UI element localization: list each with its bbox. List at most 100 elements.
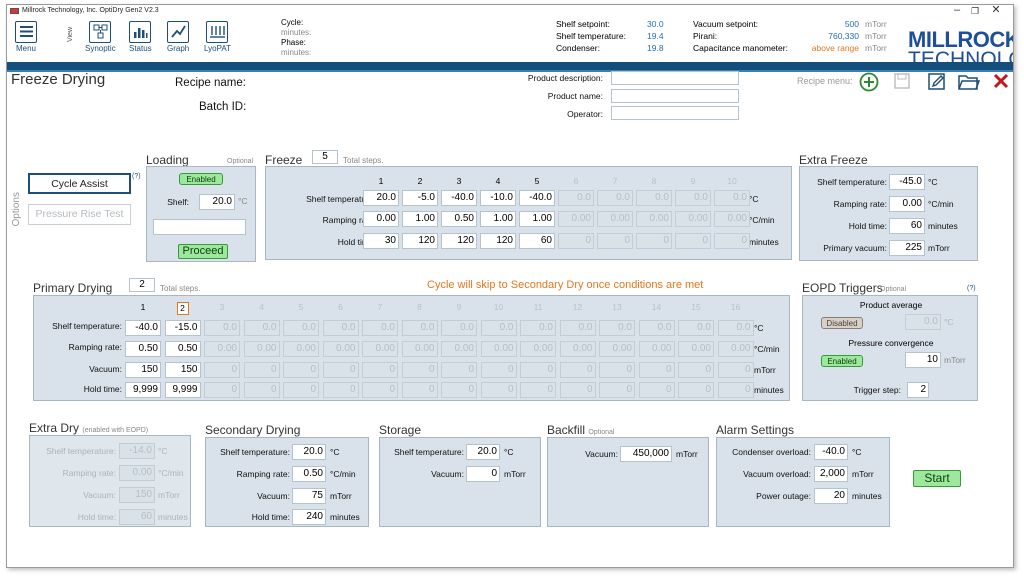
primary-shelf-cell[interactable]: -15.0 (164, 320, 201, 336)
st-vac-input[interactable]: 0 (466, 466, 500, 482)
primary-vac-cell[interactable]: 0 (638, 362, 675, 378)
status-button[interactable]: Status (129, 21, 152, 53)
primary-shelf-cell[interactable]: 0.0 (480, 320, 517, 336)
freeze-shelf-cell[interactable]: -5.0 (402, 190, 438, 206)
freeze-ramp-cell[interactable]: 0.00 (363, 211, 399, 227)
sd-hold-input[interactable]: 240 (292, 509, 326, 525)
primary-vac-cell[interactable]: 0 (243, 362, 280, 378)
graph-button[interactable]: Graph (167, 21, 189, 53)
pressure-rise-test-button[interactable]: Pressure Rise Test (28, 204, 131, 225)
primary-ramp-cell[interactable]: 0.00 (401, 341, 438, 357)
primary-vac-cell[interactable]: 0 (441, 362, 477, 378)
primary-hold-cell[interactable]: 9,999 (164, 382, 201, 398)
freeze-hold-cell[interactable]: 120 (480, 233, 516, 249)
freeze-ramp-cell[interactable]: 0.00 (714, 211, 750, 227)
freeze-shelf-cell[interactable]: -10.0 (480, 190, 516, 206)
freeze-ramp-cell[interactable]: 0.00 (597, 211, 633, 227)
pressure-convergence-enabled-badge[interactable]: Enabled (821, 355, 863, 367)
menu-button[interactable]: Menu (15, 21, 37, 53)
primary-ramp-cell[interactable]: 0.00 (480, 341, 517, 357)
al-power-input[interactable]: 20 (814, 488, 848, 504)
freeze-shelf-cell[interactable]: 0.0 (714, 190, 750, 206)
loading-shelf-input[interactable]: 20.0 (199, 194, 235, 210)
trigger-step-input[interactable]: 2 (907, 382, 929, 398)
add-recipe-icon[interactable] (859, 72, 879, 92)
save-recipe-icon[interactable] (893, 72, 911, 90)
freeze-ramp-cell[interactable]: 1.00 (480, 211, 516, 227)
freeze-hold-cell[interactable]: 120 (441, 233, 477, 249)
ed-hold-input[interactable]: 60 (119, 509, 155, 525)
primary-shelf-cell[interactable]: 0.0 (441, 320, 477, 336)
primary-ramp-cell[interactable]: 0.00 (717, 341, 754, 357)
maximize-icon[interactable]: ❐ (965, 5, 985, 17)
primary-vac-cell[interactable]: 0 (678, 362, 714, 378)
freeze-ramp-cell[interactable]: 0.00 (675, 211, 711, 227)
ef-hold-input[interactable]: 60 (889, 218, 925, 234)
loading-status-field[interactable] (153, 219, 246, 235)
primary-shelf-cell[interactable]: 0.0 (401, 320, 438, 336)
operator-input[interactable] (611, 106, 739, 120)
sd-ramp-input[interactable]: 0.50 (292, 466, 326, 482)
freeze-ramp-cell[interactable]: 0.50 (441, 211, 477, 227)
primary-vac-cell[interactable]: 0 (362, 362, 398, 378)
product-average-input[interactable]: 0.0 (905, 314, 941, 330)
primary-hold-cell[interactable]: 9,999 (125, 382, 161, 398)
al-vac-input[interactable]: 2,000 (814, 466, 848, 482)
primary-ramp-cell[interactable]: 0.00 (204, 341, 240, 357)
freeze-shelf-cell[interactable]: 0.0 (675, 190, 711, 206)
freeze-shelf-cell[interactable]: 0.0 (597, 190, 633, 206)
primary-hold-cell[interactable]: 0 (520, 382, 556, 398)
primary-vac-cell[interactable]: 150 (164, 362, 201, 378)
ef-vac-input[interactable]: 225 (889, 240, 925, 256)
primary-ramp-cell[interactable]: 0.00 (599, 341, 635, 357)
primary-shelf-cell[interactable]: 0.0 (559, 320, 596, 336)
freeze-shelf-cell[interactable]: -40.0 (441, 190, 477, 206)
proceed-button[interactable]: Proceed (178, 244, 228, 259)
primary-hold-cell[interactable]: 0 (401, 382, 438, 398)
lyopat-button[interactable]: LyoPAT (204, 21, 231, 53)
primary-hold-cell[interactable]: 0 (362, 382, 398, 398)
primary-shelf-cell[interactable]: 0.0 (678, 320, 714, 336)
primary-ramp-cell[interactable]: 0.00 (638, 341, 675, 357)
primary-hold-cell[interactable]: 0 (599, 382, 635, 398)
primary-vac-cell[interactable]: 0 (401, 362, 438, 378)
primary-hold-cell[interactable]: 0 (283, 382, 319, 398)
ed-ramp-input[interactable]: 0.00 (119, 465, 155, 481)
primary-hold-cell[interactable]: 0 (638, 382, 675, 398)
ef-ramp-input[interactable]: 0.00 (889, 196, 925, 212)
ed-shelf-input[interactable]: -14.0 (119, 443, 155, 459)
product-description-input[interactable] (611, 71, 739, 85)
freeze-shelf-cell[interactable]: 0.0 (636, 190, 672, 206)
primary-shelf-cell[interactable]: 0.0 (283, 320, 319, 336)
primary-ramp-cell[interactable]: 0.00 (283, 341, 319, 357)
loading-enabled-badge[interactable]: Enabled (179, 173, 223, 185)
al-cond-input[interactable]: -40.0 (814, 444, 848, 460)
primary-ramp-cell[interactable]: 0.00 (441, 341, 477, 357)
freeze-hold-cell[interactable]: 0 (714, 233, 750, 249)
ef-shelf-input[interactable]: -45.0 (889, 174, 925, 190)
freeze-hold-cell[interactable]: 0 (558, 233, 594, 249)
primary-shelf-cell[interactable]: 0.0 (520, 320, 556, 336)
primary-hold-cell[interactable]: 0 (717, 382, 754, 398)
primary-hold-cell[interactable]: 0 (322, 382, 359, 398)
freeze-hold-cell[interactable]: 120 (402, 233, 438, 249)
primary-shelf-cell[interactable]: -40.0 (125, 320, 161, 336)
product-name-input[interactable] (611, 89, 739, 103)
primary-shelf-cell[interactable]: 0.0 (362, 320, 398, 336)
primary-shelf-cell[interactable]: 0.0 (204, 320, 240, 336)
primary-ramp-cell[interactable]: 0.50 (164, 341, 201, 357)
freeze-hold-cell[interactable]: 0 (675, 233, 711, 249)
cycle-assist-help-icon[interactable]: (?) (132, 173, 141, 180)
primary-shelf-cell[interactable]: 0.0 (599, 320, 635, 336)
primary-hold-cell[interactable]: 0 (480, 382, 517, 398)
synoptic-button[interactable]: Synoptic (85, 21, 116, 53)
primary-vac-cell[interactable]: 0 (480, 362, 517, 378)
close-window-icon[interactable]: ✕ (986, 5, 1006, 16)
open-folder-icon[interactable] (958, 73, 981, 91)
primary-vac-cell[interactable]: 0 (204, 362, 240, 378)
freeze-hold-cell[interactable]: 0 (636, 233, 672, 249)
primary-vac-cell[interactable]: 0 (717, 362, 754, 378)
primary-ramp-cell[interactable]: 0.00 (362, 341, 398, 357)
primary-ramp-cell[interactable]: 0.00 (559, 341, 596, 357)
freeze-ramp-cell[interactable]: 1.00 (519, 211, 555, 227)
